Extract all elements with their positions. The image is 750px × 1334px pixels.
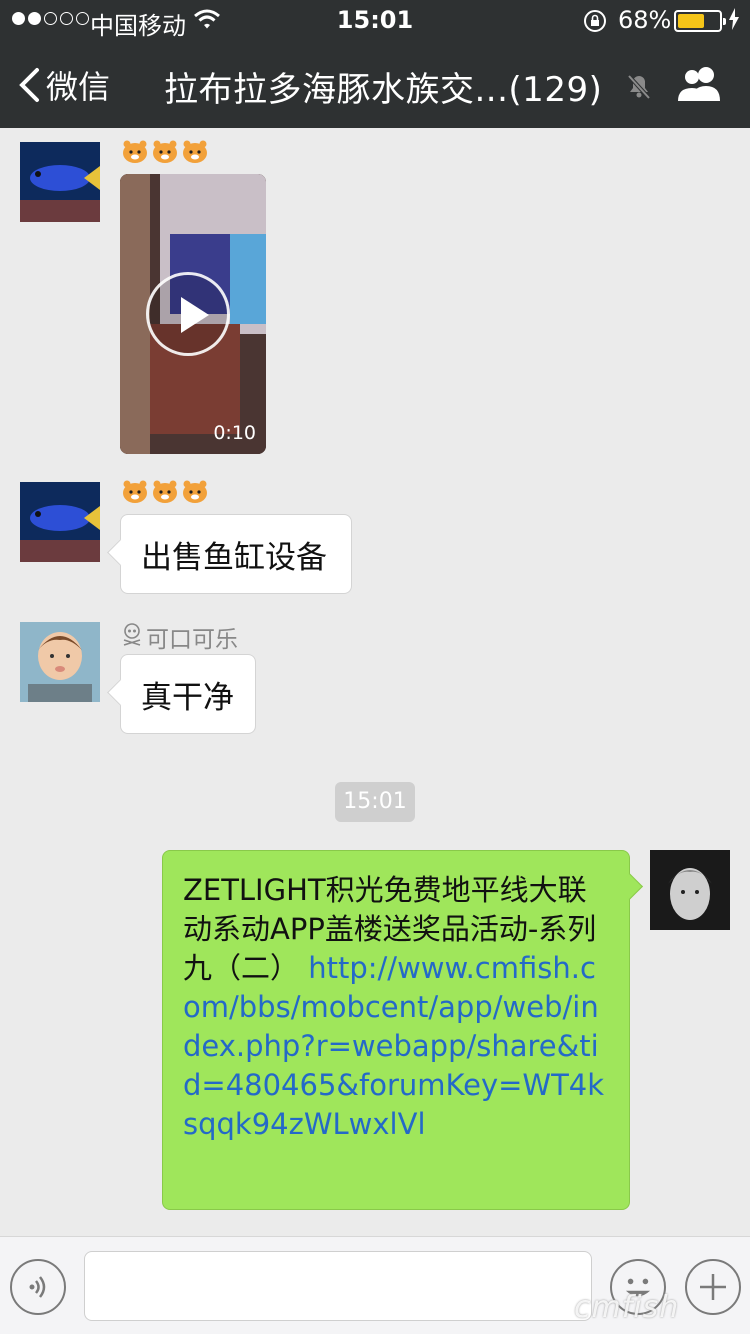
tiger-emoji-icon — [182, 140, 208, 164]
message-text: 出售鱼缸设备 — [141, 539, 327, 576]
avatar[interactable] — [20, 622, 100, 702]
avatar[interactable] — [20, 482, 100, 562]
tiger-emoji-icon — [182, 480, 208, 504]
back-button[interactable]: 微信 — [18, 60, 110, 110]
back-chevron-icon — [19, 68, 39, 102]
message-bubble[interactable]: 出售鱼缸设备 — [120, 514, 352, 594]
group-members-icon[interactable] — [676, 64, 726, 108]
my-avatar[interactable] — [650, 850, 730, 930]
tiger-emoji-icon — [152, 480, 178, 504]
status-bar: 中国移动 15:01 68% — [0, 0, 750, 40]
mute-icon — [625, 72, 653, 104]
plus-icon — [700, 1274, 726, 1300]
sender-name: 可口可乐 — [122, 620, 238, 654]
tiger-emoji-icon — [122, 480, 148, 504]
orientation-lock-icon — [582, 8, 608, 40]
skull-emoji-icon — [122, 622, 142, 652]
sender-name — [122, 140, 212, 164]
video-duration: 0:10 — [213, 422, 256, 444]
message-input[interactable] — [84, 1251, 592, 1321]
sender-name — [122, 480, 212, 504]
message-text: 真干净 — [141, 679, 234, 716]
avatar[interactable] — [20, 142, 100, 222]
chat-title: 拉布拉多海豚水族交...(129) — [164, 70, 603, 110]
watermark: cmfish — [574, 1290, 680, 1325]
voice-icon — [29, 1276, 46, 1298]
play-icon[interactable] — [146, 272, 230, 356]
time-divider: 15:01 — [335, 782, 415, 822]
battery-percent: 68% — [618, 6, 672, 34]
message-bubble[interactable]: 真干净 — [120, 654, 256, 734]
top-bar: 中国移动 15:01 68% 微信 拉布拉多海豚水族交...(129) — [0, 0, 750, 128]
charging-icon — [728, 8, 740, 36]
voice-button[interactable] — [10, 1259, 66, 1315]
plus-button[interactable] — [685, 1259, 741, 1315]
outgoing-bubble[interactable]: ZETLIGHT积光免费地平线大联动系动APP盖楼送奖品活动-系列九（二） ht… — [162, 850, 630, 1210]
tiger-emoji-icon — [152, 140, 178, 164]
battery-icon — [674, 10, 726, 32]
tiger-emoji-icon — [122, 140, 148, 164]
back-label: 微信 — [46, 68, 111, 106]
video-message[interactable]: 0:10 — [120, 174, 266, 454]
